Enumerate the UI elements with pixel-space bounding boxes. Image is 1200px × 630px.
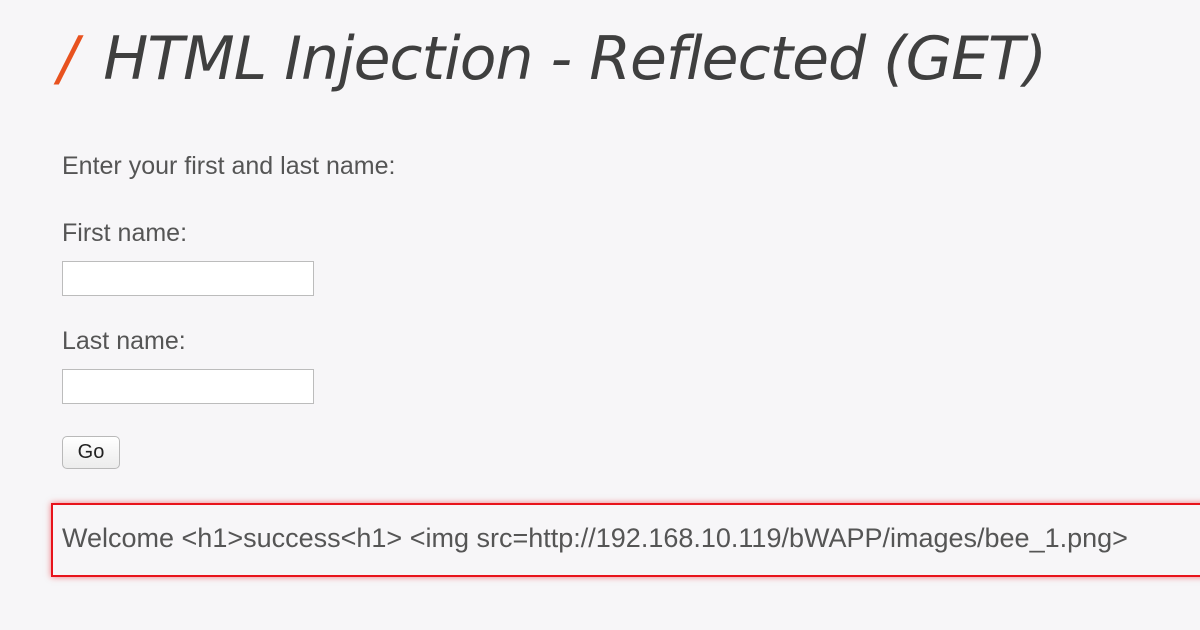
last-name-input[interactable] <box>62 369 314 404</box>
result-highlight-box: Welcome <h1>success<h1> <img src=http://… <box>51 503 1200 577</box>
last-name-label: Last name: <box>62 327 186 355</box>
first-name-input[interactable] <box>62 261 314 296</box>
form-intro: Enter your first and last name: <box>62 152 396 180</box>
welcome-message: Welcome <h1>success<h1> <img src=http://… <box>62 523 1128 553</box>
title-text: HTML Injection - Reflected (GET) <box>103 24 1047 94</box>
title-slash: / <box>58 24 78 94</box>
page-title: / HTML Injection - Reflected (GET) <box>58 14 1047 104</box>
first-name-label: First name: <box>62 219 188 247</box>
go-button[interactable]: Go <box>62 436 120 469</box>
